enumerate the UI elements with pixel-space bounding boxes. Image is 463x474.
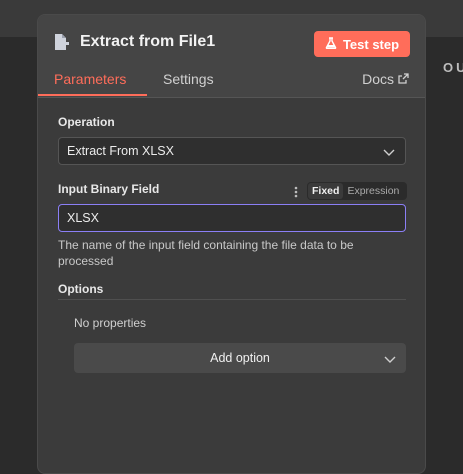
mode-fixed[interactable]: Fixed xyxy=(308,183,344,199)
add-option-button[interactable]: Add option xyxy=(74,343,406,373)
flask-icon xyxy=(325,36,337,52)
test-step-label: Test step xyxy=(342,36,400,52)
mode-expression[interactable]: Expression xyxy=(343,183,403,199)
no-properties-text: No properties xyxy=(74,316,147,330)
output-panel-label: OU xyxy=(443,60,463,75)
docs-label: Docs xyxy=(362,71,394,87)
more-vertical-icon[interactable] xyxy=(294,185,298,203)
panel-header: Extract from File1 Test step Parameters … xyxy=(38,15,425,98)
operation-value: Extract From XLSX xyxy=(67,144,174,158)
options-divider xyxy=(58,299,406,300)
operation-select[interactable]: Extract From XLSX xyxy=(58,137,406,165)
chevron-down-icon xyxy=(384,353,396,367)
input-binary-hint: The name of the input field containing t… xyxy=(58,238,354,268)
active-tab-indicator xyxy=(38,94,147,96)
operation-label: Operation xyxy=(58,115,115,129)
input-binary-field-label: Input Binary Field xyxy=(58,182,160,196)
file-extract-icon xyxy=(52,33,70,51)
chevron-down-icon xyxy=(383,146,395,160)
node-details-panel: Extract from File1 Test step Parameters … xyxy=(37,14,426,474)
test-step-button[interactable]: Test step xyxy=(314,31,410,57)
tab-settings[interactable]: Settings xyxy=(163,71,214,87)
tab-parameters[interactable]: Parameters xyxy=(54,71,126,87)
options-label: Options xyxy=(58,282,104,296)
external-link-icon xyxy=(398,71,409,87)
fixed-expression-toggle[interactable]: Fixed Expression xyxy=(307,182,407,200)
docs-link[interactable]: Docs xyxy=(362,71,409,87)
add-option-label: Add option xyxy=(210,351,270,365)
input-binary-field-input[interactable]: XLSX xyxy=(58,204,406,232)
input-binary-value: XLSX xyxy=(67,211,99,225)
node-title[interactable]: Extract from File1 xyxy=(80,33,215,51)
